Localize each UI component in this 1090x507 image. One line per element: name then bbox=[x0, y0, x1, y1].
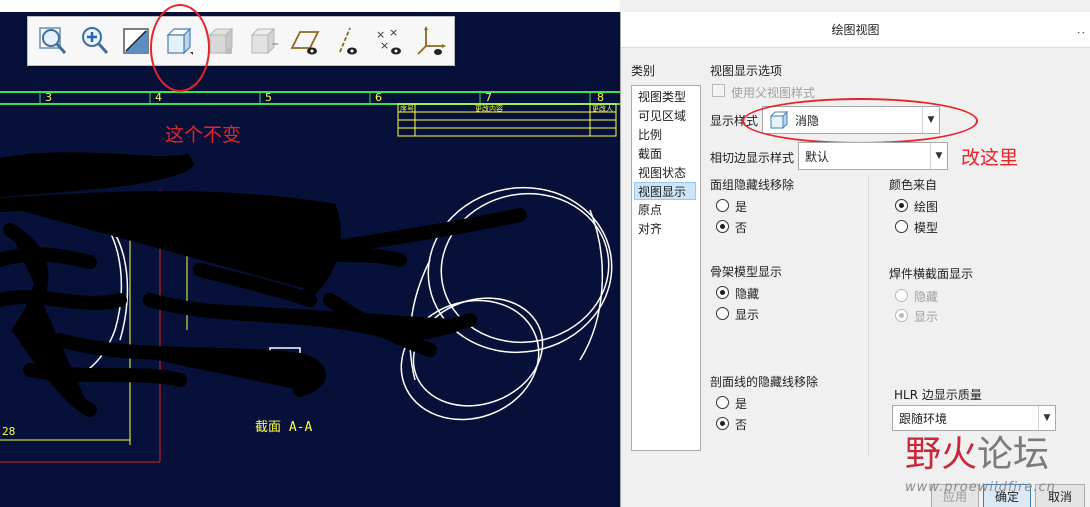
axis-display-icon bbox=[339, 27, 357, 55]
use-parent-style-checkbox[interactable] bbox=[712, 84, 725, 97]
category-scale[interactable]: 比例 bbox=[637, 126, 699, 144]
ruler-label-5: 5 bbox=[265, 91, 272, 104]
zoom-in-button[interactable] bbox=[74, 20, 116, 62]
svg-text:×: × bbox=[380, 39, 389, 52]
point-display-button[interactable]: × × × bbox=[368, 20, 410, 62]
plane-display-button[interactable] bbox=[284, 20, 326, 62]
drawing-canvas[interactable]: 3 4 5 6 7 8 序号 更改内容 更改人 这个不变 截面 A-A 28 bbox=[0, 0, 620, 507]
shading-edges-button[interactable] bbox=[242, 20, 284, 62]
annotation-circle-toolbar bbox=[150, 4, 210, 92]
category-visible-area[interactable]: 可见区域 bbox=[637, 107, 699, 125]
ruler-label-7: 7 bbox=[485, 91, 492, 104]
color-from-drawing-label: 绘图 bbox=[914, 200, 939, 214]
use-parent-style-label: 使用父视图样式 bbox=[731, 86, 816, 100]
shading-edges-icon bbox=[250, 27, 278, 55]
weld-hide-label: 隐藏 bbox=[914, 290, 939, 304]
ruler-label-3: 3 bbox=[45, 91, 52, 104]
watermark-title-wild: 野火 bbox=[905, 434, 978, 475]
section-hidden-no-label: 否 bbox=[735, 418, 748, 432]
face-group-yes-radio[interactable] bbox=[716, 199, 729, 212]
table-header-index: 序号 bbox=[400, 105, 414, 113]
zoom-in-icon bbox=[82, 27, 109, 54]
section-hidden-yes-radio[interactable] bbox=[716, 396, 729, 409]
color-from-model-radio[interactable] bbox=[895, 220, 908, 233]
watermark-title: 野火论坛 bbox=[905, 425, 1049, 477]
categories-label: 类别 bbox=[631, 64, 656, 78]
csys-display-icon bbox=[417, 26, 446, 55]
window-edge-strip bbox=[1076, 12, 1090, 32]
zoom-fit-icon bbox=[39, 27, 67, 54]
column-divider bbox=[868, 175, 869, 455]
chevron-down-icon: ▼ bbox=[930, 143, 947, 169]
category-origin[interactable]: 原点 bbox=[637, 201, 699, 219]
face-group-no-label: 否 bbox=[735, 221, 748, 235]
annotation-ellipse-display-style bbox=[742, 98, 978, 144]
category-list: 视图类型 可见区域 比例 截面 视图状态 视图显示 原点 对齐 bbox=[631, 85, 701, 451]
zoom-fit-button[interactable] bbox=[32, 20, 74, 62]
skeleton-hide-label: 隐藏 bbox=[735, 287, 760, 301]
dimension-value: 28 bbox=[2, 425, 16, 438]
forum-watermark: 野火论坛 www.proewildfire.cn bbox=[905, 425, 1085, 497]
category-view-states[interactable]: 视图状态 bbox=[637, 164, 699, 182]
face-group-yes-label: 是 bbox=[735, 200, 748, 214]
annotation-unchanged: 这个不变 bbox=[165, 124, 242, 146]
view-toolbar: × × × bbox=[27, 16, 455, 66]
section-hidden-label: 剖面线的隐藏线移除 bbox=[710, 375, 819, 389]
skeleton-show-radio[interactable] bbox=[716, 307, 729, 320]
category-view-display[interactable]: 视图显示 bbox=[634, 182, 696, 200]
annotation-change-here: 改这里 bbox=[961, 147, 1019, 169]
plane-display-icon bbox=[290, 31, 320, 55]
skeleton-label: 骨架模型显示 bbox=[710, 265, 783, 279]
weld-hide-radio[interactable] bbox=[895, 289, 908, 302]
ruler-label-8: 8 bbox=[597, 91, 604, 104]
ruler-label-6: 6 bbox=[375, 91, 382, 104]
section-hidden-yes-label: 是 bbox=[735, 397, 748, 411]
section-title: 视图显示选项 bbox=[710, 64, 783, 78]
weld-show-label: 显示 bbox=[914, 310, 939, 324]
dialog-title: 绘图视图 bbox=[831, 23, 880, 37]
face-group-no-radio[interactable] bbox=[716, 220, 729, 233]
axis-display-button[interactable] bbox=[326, 20, 368, 62]
ruler-label-4: 4 bbox=[155, 91, 162, 104]
color-from-label: 颜色来自 bbox=[889, 178, 938, 192]
table-header-person: 更改人 bbox=[592, 105, 613, 113]
watermark-title-forum: 论坛 bbox=[977, 434, 1050, 475]
section-hidden-no-radio[interactable] bbox=[716, 417, 729, 430]
table-header-content: 更改内容 bbox=[475, 105, 503, 113]
revision-table bbox=[397, 103, 617, 137]
tangent-edge-value: 默认 bbox=[805, 149, 830, 164]
skeleton-hide-radio[interactable] bbox=[716, 286, 729, 299]
category-view-type[interactable]: 视图类型 bbox=[637, 88, 699, 106]
tangent-edge-dropdown[interactable]: 默认 ▼ bbox=[798, 142, 948, 170]
category-sections[interactable]: 截面 bbox=[637, 145, 699, 163]
skeleton-show-label: 显示 bbox=[735, 308, 760, 322]
watermark-url: www.proewildfire.cn bbox=[905, 480, 1056, 495]
category-alignment[interactable]: 对齐 bbox=[637, 220, 699, 238]
hlr-label: HLR 边显示质量 bbox=[894, 388, 982, 402]
weld-label: 焊件横截面显示 bbox=[889, 267, 974, 281]
tangent-edge-label: 相切边显示样式 bbox=[710, 151, 795, 165]
color-from-drawing-radio[interactable] bbox=[895, 199, 908, 212]
color-from-model-label: 模型 bbox=[914, 221, 939, 235]
repaint-icon bbox=[123, 28, 149, 54]
csys-display-button[interactable] bbox=[410, 20, 452, 62]
section-label: 截面 A-A bbox=[255, 420, 313, 435]
dialog-title-bar[interactable]: 绘图视图 bbox=[621, 12, 1090, 48]
point-display-icon: × × × bbox=[376, 26, 401, 55]
svg-text:×: × bbox=[389, 26, 398, 39]
face-group-hidden-label: 面组隐藏线移除 bbox=[710, 178, 795, 192]
hlr-quality-value: 跟随环境 bbox=[899, 411, 948, 426]
weld-show-radio[interactable] bbox=[895, 309, 908, 322]
